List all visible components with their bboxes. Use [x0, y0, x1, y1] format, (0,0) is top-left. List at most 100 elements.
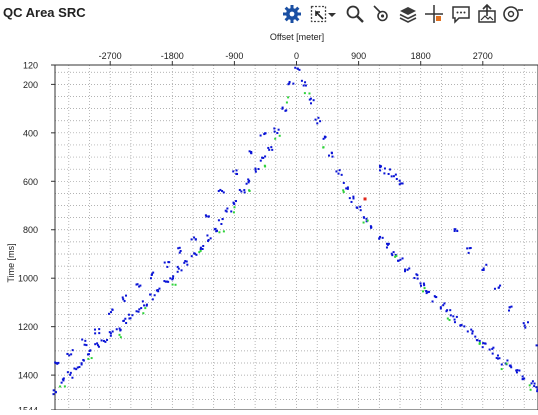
data-point [264, 165, 266, 167]
data-point [236, 169, 238, 171]
data-point [499, 285, 501, 287]
crosshair-icon[interactable] [422, 2, 446, 26]
data-point [386, 246, 388, 248]
data-point [138, 311, 140, 313]
data-point [454, 228, 456, 230]
data-point [508, 310, 510, 312]
data-point [501, 368, 503, 370]
data-point [420, 285, 422, 287]
data-point [260, 135, 262, 137]
data-point [360, 209, 362, 211]
data-point [81, 362, 83, 364]
data-point [420, 282, 422, 284]
pick-icon[interactable] [369, 2, 393, 26]
data-point [474, 336, 476, 338]
data-point [264, 132, 266, 134]
data-point [399, 180, 401, 182]
data-point [208, 239, 210, 241]
data-point [154, 294, 156, 296]
layers-icon[interactable] [396, 2, 420, 26]
zoom-extent-icon[interactable] [500, 2, 524, 26]
data-point [149, 293, 151, 295]
data-point [276, 132, 278, 134]
data-point [124, 318, 126, 320]
data-point [402, 257, 404, 259]
data-point [270, 146, 272, 148]
data-point [220, 223, 222, 225]
data-point [527, 321, 529, 323]
data-point [216, 230, 218, 232]
data-point [535, 386, 537, 388]
data-point [128, 317, 130, 319]
data-point [440, 306, 442, 308]
data-point [66, 353, 68, 355]
data-point [55, 391, 57, 393]
data-point [157, 289, 159, 291]
data-point [367, 220, 369, 222]
data-point [456, 316, 458, 318]
data-point [370, 227, 372, 229]
data-point [273, 127, 275, 129]
data-series [52, 67, 538, 395]
data-point [529, 384, 531, 386]
data-point [96, 342, 98, 344]
chart-canvas[interactable]: Offset [meter] Time [ms] -2700-1800-9000… [0, 28, 538, 410]
data-point [59, 385, 61, 387]
data-point [378, 237, 380, 239]
dropdown-arrow-icon[interactable] [325, 2, 339, 26]
data-point [289, 81, 291, 83]
data-point [279, 135, 281, 137]
data-point [469, 247, 471, 249]
x-tick-label: 900 [351, 51, 366, 61]
data-point [200, 247, 202, 249]
data-point [181, 269, 183, 271]
data-point [233, 211, 235, 213]
data-point [297, 68, 299, 70]
data-point [349, 197, 351, 199]
data-point [67, 371, 69, 373]
data-point [501, 364, 503, 366]
data-series [379, 165, 538, 348]
data-point [230, 210, 232, 212]
data-point [250, 151, 252, 153]
data-point [479, 340, 481, 342]
data-point [195, 238, 197, 240]
data-point [195, 254, 197, 256]
data-point [218, 219, 220, 221]
data-point [151, 274, 153, 276]
data-point [407, 269, 409, 271]
data-point [62, 378, 64, 380]
data-point [494, 288, 496, 290]
data-point [61, 382, 63, 384]
y-tick-label: 1400 [18, 371, 38, 381]
scatter-plot[interactable]: Offset [meter] Time [ms] -2700-1800-9000… [0, 28, 538, 410]
export-icon[interactable] [475, 2, 499, 26]
data-point [171, 278, 173, 280]
data-point [498, 287, 500, 289]
toolbar: QC Area SRC [0, 0, 538, 28]
data-point [108, 313, 110, 315]
data-point [404, 270, 406, 272]
data-point [282, 107, 284, 109]
data-point [254, 168, 256, 170]
data-point [350, 201, 352, 203]
data-point [84, 340, 86, 342]
data-point [304, 92, 306, 94]
data-point [417, 278, 419, 280]
data-point [316, 122, 318, 124]
data-point [98, 328, 100, 330]
data-point [214, 228, 216, 230]
data-point [110, 311, 112, 313]
zoom-icon[interactable] [343, 2, 367, 26]
data-point [522, 378, 524, 380]
data-point [261, 157, 263, 159]
data-point [225, 210, 227, 212]
data-point [274, 131, 276, 133]
comment-icon[interactable] [449, 2, 473, 26]
data-point [125, 322, 127, 324]
data-point [393, 251, 395, 253]
data-point [55, 362, 57, 364]
data-point [124, 300, 126, 302]
data-point [365, 218, 367, 220]
gear-icon[interactable] [280, 2, 304, 26]
